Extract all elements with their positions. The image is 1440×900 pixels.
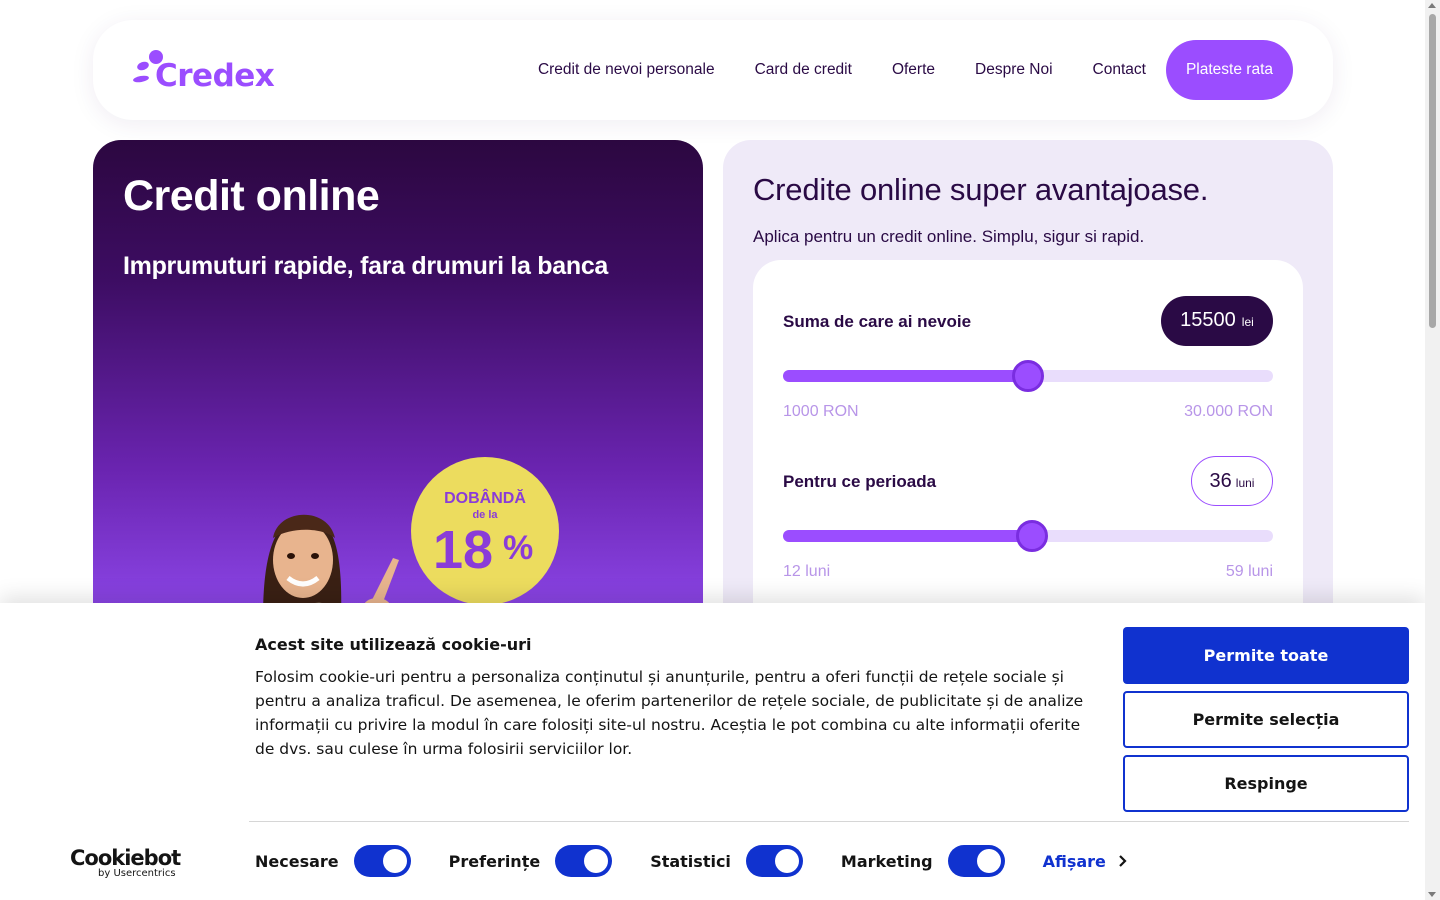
- amount-unit: lei: [1241, 315, 1254, 329]
- hero-banner: Credit online Imprumuturi rapide, fara d…: [93, 140, 703, 610]
- hero-subtitle: Imprumuturi rapide, fara drumuri la banc…: [123, 252, 609, 280]
- cookie-consent-banner: Acest site utilizează cookie-uri Folosim…: [0, 603, 1425, 900]
- period-value: 36: [1209, 470, 1232, 492]
- amount-slider-handle[interactable]: [1012, 360, 1044, 392]
- calculator-subtitle: Aplica pentru un credit online. Simplu, …: [753, 227, 1145, 246]
- period-min-label: 12 luni: [783, 563, 831, 580]
- preferences-label: Preferințe: [448, 851, 541, 871]
- main-nav: Credit de nevoi personale Card de credit…: [538, 40, 1293, 100]
- scrollbar-thumb[interactable]: [1429, 14, 1436, 328]
- amount-value-pill[interactable]: 15500 lei: [1161, 296, 1273, 346]
- toggle-knob: [584, 849, 609, 873]
- allow-all-button[interactable]: Permite toate: [1123, 627, 1409, 684]
- period-max-label: 59 luni: [1225, 563, 1273, 580]
- cookiebot-brand: Cookiebot: [70, 846, 181, 870]
- period-value-pill[interactable]: 36 luni: [1191, 456, 1273, 506]
- woman-pointing-image: [263, 514, 399, 610]
- show-details-link[interactable]: Afișare: [1043, 852, 1128, 871]
- statistics-toggle[interactable]: [745, 845, 803, 877]
- amount-max-label: 30.000 RON: [1184, 403, 1273, 420]
- logo-mark-petal: [132, 74, 150, 84]
- cookiebot-logo[interactable]: Cookiebot by Usercentrics: [70, 846, 181, 879]
- statistics-label: Statistici: [650, 851, 731, 871]
- interest-rate-badge: DOBÂNDĂ de la 18 %: [411, 457, 559, 605]
- loan-calculator-section: Credite online super avantajoase. Aplica…: [723, 140, 1333, 620]
- scroll-down-arrow-icon[interactable]: [1428, 892, 1436, 897]
- period-unit: luni: [1235, 476, 1255, 490]
- nav-oferte[interactable]: Oferte: [892, 61, 935, 79]
- toggle-knob: [382, 849, 407, 873]
- hero-title: Credit online: [123, 172, 380, 220]
- badge-rate-value: 18: [433, 520, 494, 580]
- site-header: Credex Credit de nevoi personale Card de…: [93, 20, 1333, 120]
- calculator-title: Credite online super avantajoase.: [753, 172, 1209, 207]
- chevron-right-icon: [1119, 855, 1127, 867]
- period-slider-handle[interactable]: [1015, 520, 1048, 552]
- cookie-title: Acest site utilizează cookie-uri: [255, 635, 532, 654]
- cookie-category-toggles: Necesare Preferințe Statistici Marketing…: [255, 844, 1128, 878]
- pay-installment-button[interactable]: Plateste rata: [1165, 40, 1293, 100]
- badge-label: DOBÂNDĂ: [444, 490, 526, 507]
- cookiebot-brand-sub: by Usercentrics: [98, 868, 176, 879]
- cookie-description: Folosim cookie-uri pentru a personaliza …: [255, 668, 1084, 758]
- nav-despre-noi[interactable]: Despre Noi: [975, 61, 1053, 79]
- logo-mark-petal: [135, 60, 151, 72]
- marketing-toggle[interactable]: [947, 845, 1005, 877]
- reject-button[interactable]: Respinge: [1123, 755, 1409, 812]
- necessary-label: Necesare: [255, 851, 339, 871]
- preferences-toggle[interactable]: [555, 845, 613, 877]
- period-label: Pentru ce perioada: [783, 472, 937, 491]
- show-details-label: Afișare: [1042, 851, 1106, 871]
- period-slider[interactable]: [783, 520, 1273, 552]
- page-scrollbar[interactable]: [1425, 0, 1440, 900]
- cookie-divider: [249, 821, 1409, 822]
- amount-value: 15500: [1180, 309, 1236, 331]
- nav-credit-nevoi-personale[interactable]: Credit de nevoi personale: [538, 61, 715, 79]
- allow-selection-button[interactable]: Permite selecția: [1123, 691, 1409, 748]
- amount-min-label: 1000 RON: [783, 403, 859, 420]
- marketing-label: Marketing: [840, 851, 933, 871]
- credex-logo[interactable]: Credex: [132, 50, 278, 94]
- logo-text: Credex: [155, 58, 275, 94]
- amount-slider[interactable]: [783, 360, 1273, 392]
- toggle-knob: [976, 849, 1001, 873]
- amount-slider-fill: [783, 370, 1028, 382]
- nav-card-de-credit[interactable]: Card de credit: [755, 61, 852, 79]
- calculator-card: Suma de care ai nevoie 15500 lei 1000 RO…: [753, 260, 1303, 620]
- necessary-toggle[interactable]: [353, 845, 411, 877]
- amount-label: Suma de care ai nevoie: [783, 312, 972, 331]
- nav-contact[interactable]: Contact: [1093, 61, 1146, 79]
- toggle-knob: [774, 849, 799, 873]
- period-slider-fill: [783, 530, 1032, 542]
- badge-percent: %: [503, 529, 534, 567]
- scroll-up-arrow-icon[interactable]: [1428, 3, 1436, 8]
